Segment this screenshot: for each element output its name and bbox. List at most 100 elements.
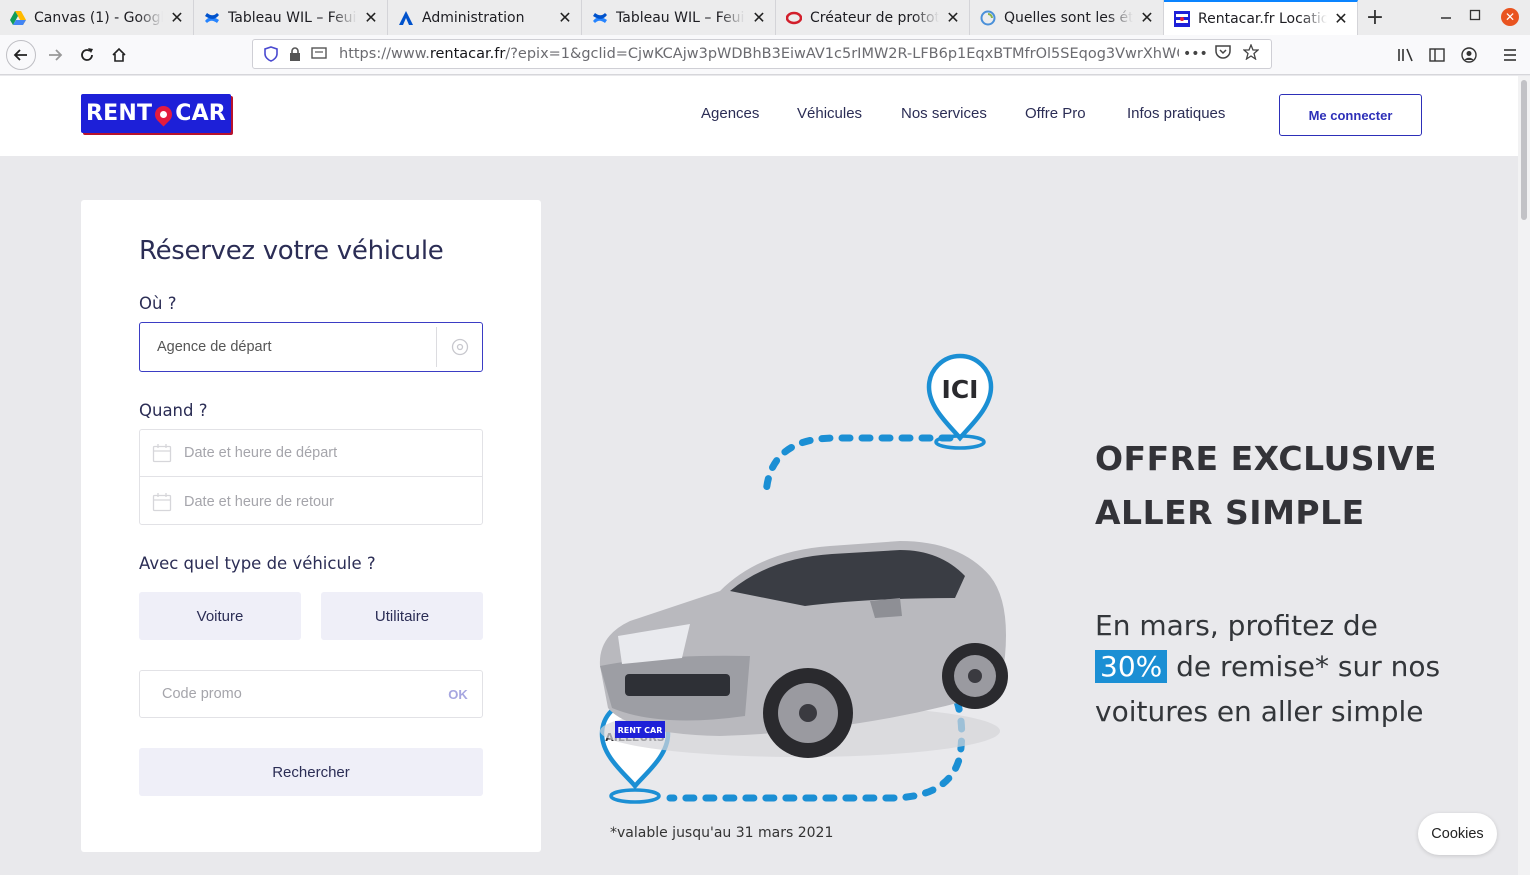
ici-pin-icon: ICI — [926, 353, 994, 450]
site-header: RENT CAR Agences Véhicules Nos services … — [0, 76, 1518, 156]
shield-icon[interactable] — [261, 46, 281, 62]
promo-code-input[interactable] — [140, 671, 434, 717]
browser-tab[interactable]: Tableau WIL – Feuille ✕ — [194, 0, 388, 35]
agency-input[interactable] — [140, 323, 436, 371]
library-icon[interactable] — [1396, 45, 1416, 65]
browser-tab[interactable]: Administration ✕ — [388, 0, 582, 35]
close-icon[interactable]: ✕ — [945, 9, 961, 26]
close-icon[interactable]: ✕ — [751, 9, 767, 26]
browser-tab-bar: Canvas (1) - Google Dri ✕ Tableau WIL – … — [0, 0, 1530, 35]
discount-badge: 30% — [1095, 650, 1168, 683]
bookmark-star-icon[interactable] — [1239, 43, 1263, 64]
agency-field[interactable] — [139, 322, 483, 372]
lock-icon[interactable] — [285, 47, 305, 61]
calendar-icon — [152, 443, 172, 463]
page-info-icon[interactable] — [309, 47, 329, 61]
browser-tab-title: Administration — [422, 9, 525, 26]
cookies-button[interactable]: Cookies — [1418, 813, 1497, 855]
close-icon[interactable]: ✕ — [169, 9, 185, 26]
promo-illustration: ICI AILLEURS RENT CAR — [599, 353, 1008, 804]
plate-label: RENT CAR — [618, 726, 663, 735]
route-dots-top — [762, 434, 954, 500]
offer-validity-note: *valable jusqu'au 31 mars 2021 — [610, 825, 834, 841]
pocket-icon[interactable] — [1211, 45, 1235, 63]
page-scrollbar[interactable] — [1518, 76, 1530, 875]
more-actions-icon[interactable]: ••• — [1183, 46, 1208, 62]
confluence-icon — [204, 10, 220, 26]
url-text[interactable]: https://www.rentacar.fr/?epix=1&gclid=Cj… — [339, 46, 1179, 62]
offer-text-line-3: voitures en aller simple — [1095, 695, 1424, 728]
new-tab-button[interactable]: + — [1358, 0, 1392, 35]
calendar-icon — [152, 492, 172, 512]
window-close-icon[interactable]: ✕ — [1501, 8, 1519, 26]
booking-form: Réservez votre véhicule Où ? Quand ? Dat… — [81, 200, 541, 852]
offer-title-line-1: OFFRE EXCLUSIVE — [1095, 439, 1437, 478]
where-label: Où ? — [139, 294, 177, 313]
geolocate-icon[interactable] — [436, 327, 482, 367]
back-arrow-icon[interactable] — [6, 40, 36, 70]
pin-label-ici: ICI — [942, 375, 979, 404]
car-image: RENT CAR — [599, 541, 1008, 758]
offer-text-line-2: 30% de remise* sur nos — [1095, 650, 1440, 683]
atlassian-icon — [398, 10, 414, 26]
browser-tab[interactable]: Créateur de prototype ✕ — [776, 0, 970, 35]
search-button[interactable]: Rechercher — [139, 748, 483, 796]
rentacar-icon — [1174, 10, 1190, 27]
offer-text-line-2-rest: de remise* sur nos — [1176, 650, 1441, 683]
nav-link-offre-pro[interactable]: Offre Pro — [1025, 105, 1086, 122]
location-pin-icon — [151, 102, 176, 127]
minimize-icon[interactable] — [1439, 8, 1453, 22]
offer-text-line-1: En mars, profitez de — [1095, 609, 1378, 642]
vehicle-type-utility-button[interactable]: Utilitaire — [321, 592, 483, 640]
browser-tab-title: Quelles sont les étapes — [1004, 9, 1133, 26]
login-button[interactable]: Me connecter — [1279, 94, 1422, 136]
date-fields: Date et heure de départ Date et heure de… — [139, 429, 483, 525]
browser-tab-title: Créateur de prototype — [810, 9, 939, 26]
logo-text-left: RENT — [86, 101, 153, 126]
confluence-icon — [592, 10, 608, 26]
nav-link-services[interactable]: Nos services — [901, 105, 987, 122]
browser-toolbar: https://www.rentacar.fr/?epix=1&gclid=Cj… — [0, 35, 1530, 75]
nav-link-infos[interactable]: Infos pratiques — [1127, 105, 1225, 122]
google-drive-icon — [10, 10, 26, 26]
scrollbar-thumb[interactable] — [1521, 80, 1527, 220]
prototype-icon — [786, 10, 802, 26]
sidebar-icon[interactable] — [1427, 45, 1447, 65]
vehicle-type-car-button[interactable]: Voiture — [139, 592, 301, 640]
when-label: Quand ? — [139, 401, 208, 420]
promo-ok-button[interactable]: OK — [434, 687, 482, 702]
rentacar-logo[interactable]: RENT CAR — [81, 94, 231, 133]
home-icon[interactable] — [104, 40, 134, 70]
promo-code-field: OK — [139, 670, 483, 718]
booking-title: Réservez votre véhicule — [139, 236, 444, 266]
browser-tab-title: Tableau WIL – Feuille — [616, 9, 745, 26]
close-icon[interactable]: ✕ — [1333, 10, 1349, 27]
return-date-placeholder: Date et heure de retour — [184, 493, 334, 510]
maximize-icon[interactable] — [1468, 8, 1482, 22]
hamburger-menu-icon[interactable] — [1500, 45, 1520, 65]
departure-date-input[interactable]: Date et heure de départ — [140, 430, 482, 477]
url-bar[interactable]: https://www.rentacar.fr/?epix=1&gclid=Cj… — [252, 39, 1272, 69]
close-icon[interactable]: ✕ — [363, 9, 379, 26]
browser-tab-title: Rentacar.fr Location — [1198, 10, 1327, 27]
vehicle-type-label: Avec quel type de véhicule ? — [139, 554, 376, 573]
browser-tab-title: Canvas (1) - Google Dri — [34, 9, 163, 26]
offer-title-line-2: ALLER SIMPLE — [1095, 493, 1365, 532]
globe-icon — [980, 10, 996, 26]
browser-tab[interactable]: Quelles sont les étapes ✕ — [970, 0, 1164, 35]
browser-tab-title: Tableau WIL – Feuille — [228, 9, 357, 26]
return-date-input[interactable]: Date et heure de retour — [140, 478, 482, 525]
account-icon[interactable] — [1459, 45, 1479, 65]
web-page: RENT CAR Agences Véhicules Nos services … — [0, 76, 1518, 875]
browser-tab[interactable]: Tableau WIL – Feuille ✕ — [582, 0, 776, 35]
reload-icon[interactable] — [72, 40, 102, 70]
browser-tab-active[interactable]: Rentacar.fr Location ✕ — [1164, 0, 1358, 35]
close-icon[interactable]: ✕ — [557, 9, 573, 26]
nav-link-agences[interactable]: Agences — [701, 105, 759, 122]
browser-tab[interactable]: Canvas (1) - Google Dri ✕ — [0, 0, 194, 35]
departure-date-placeholder: Date et heure de départ — [184, 445, 338, 461]
nav-link-vehicules[interactable]: Véhicules — [797, 105, 862, 122]
logo-text-right: CAR — [175, 101, 226, 126]
forward-arrow-icon[interactable] — [40, 40, 70, 70]
close-icon[interactable]: ✕ — [1139, 9, 1155, 26]
